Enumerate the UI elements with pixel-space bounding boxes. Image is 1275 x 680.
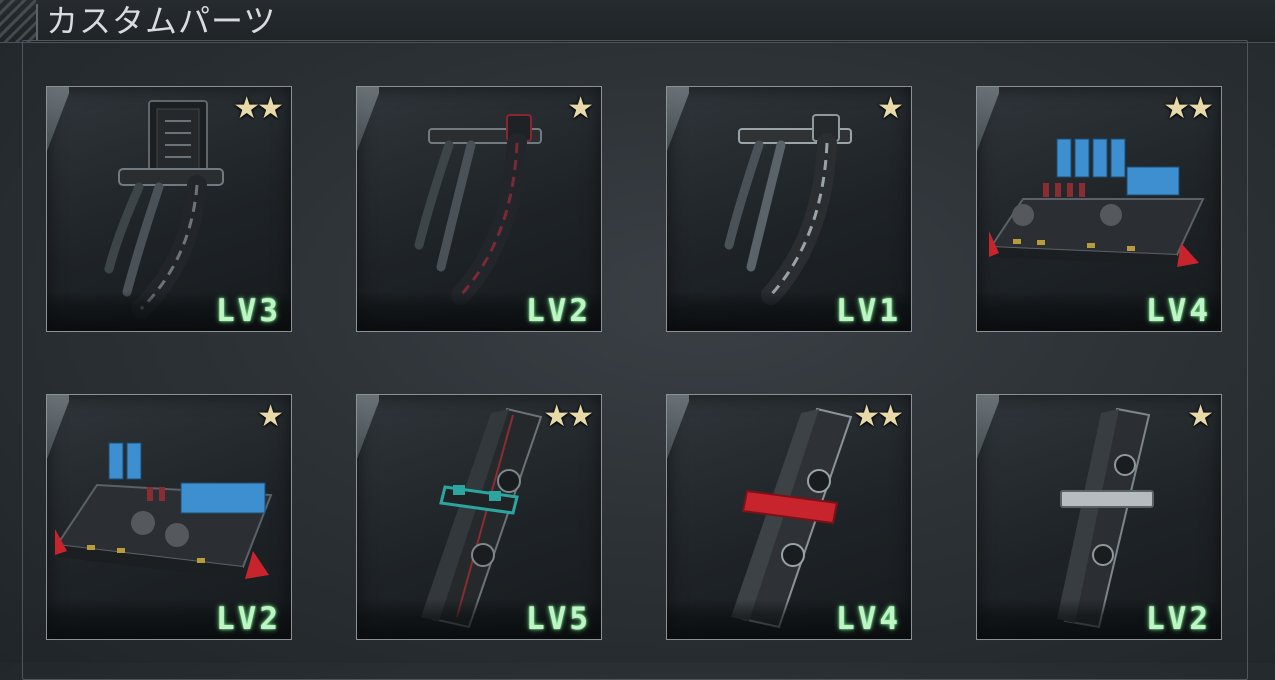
header-hatch-decoration	[0, 0, 36, 42]
level-label: LV2	[1146, 601, 1211, 637]
level-label: LV4	[836, 601, 901, 637]
level-label: LV5	[526, 601, 591, 637]
page-title: カスタムパーツ	[46, 2, 277, 40]
part-card[interactable]: ★ LV2	[46, 394, 292, 640]
header-bar: カスタムパーツ	[0, 0, 1275, 43]
part-card[interactable]: ★ LV2	[356, 86, 602, 332]
level-label: LV1	[836, 293, 901, 329]
rarity-stars: ★	[877, 91, 904, 126]
parts-grid: ★★ LV3 ★ LV2 ★ LV1 ★★ LV4 ★ LV2 ★★ LV5 ★…	[46, 86, 1222, 640]
level-label: LV4	[1146, 293, 1211, 329]
part-card[interactable]: ★★ LV3	[46, 86, 292, 332]
rarity-stars: ★	[257, 399, 284, 434]
rarity-stars: ★★	[853, 399, 904, 434]
part-card[interactable]: ★★ LV4	[666, 394, 912, 640]
rarity-stars: ★★	[1163, 91, 1214, 126]
part-card[interactable]: ★★ LV4	[976, 86, 1222, 332]
rarity-stars: ★★	[233, 91, 284, 126]
level-label: LV3	[216, 293, 281, 329]
part-card[interactable]: ★★ LV5	[356, 394, 602, 640]
part-card[interactable]: ★ LV1	[666, 86, 912, 332]
rarity-stars: ★★	[543, 399, 594, 434]
rarity-stars: ★	[1187, 399, 1214, 434]
level-label: LV2	[526, 293, 591, 329]
header-divider	[36, 4, 38, 40]
rarity-stars: ★	[567, 91, 594, 126]
level-label: LV2	[216, 601, 281, 637]
part-card[interactable]: ★ LV2	[976, 394, 1222, 640]
